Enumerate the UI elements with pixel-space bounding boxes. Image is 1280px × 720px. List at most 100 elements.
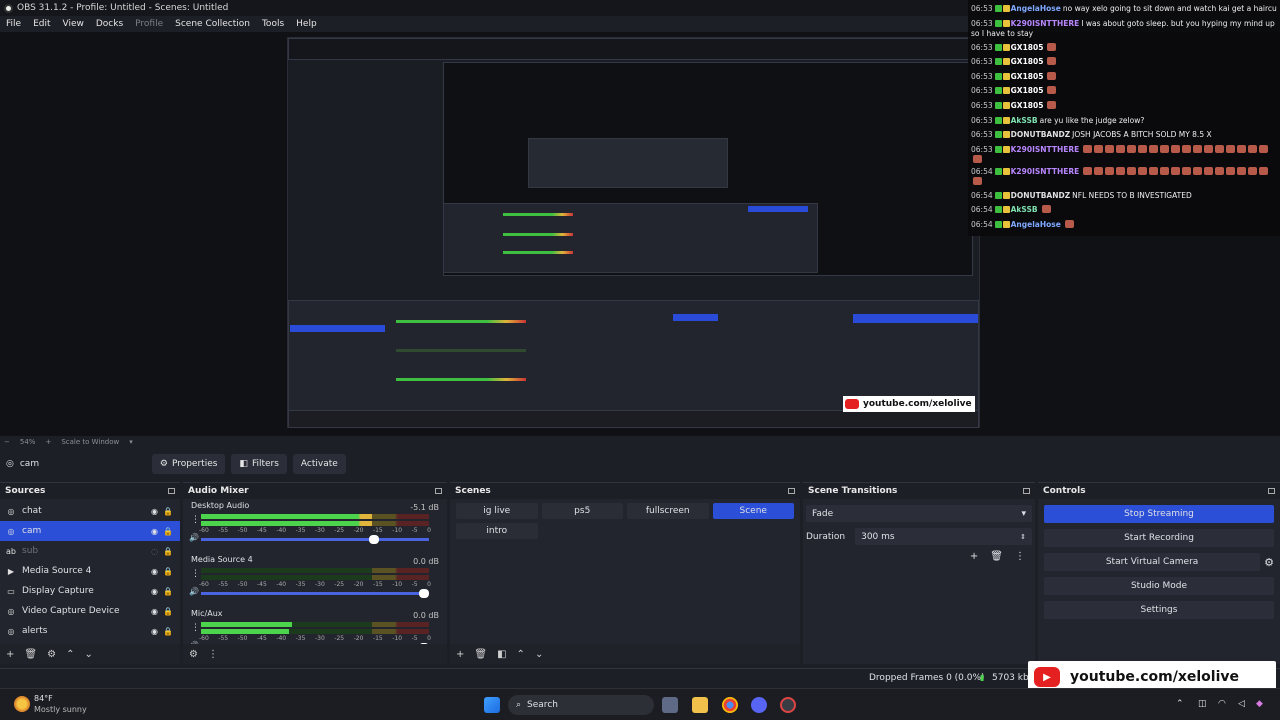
chat-timestamp: 06:54 [971, 166, 993, 176]
speaker-icon[interactable]: 🔊 [189, 587, 199, 596]
menu-profile[interactable]: Profile [135, 19, 163, 29]
source-item[interactable]: ◎ Video Capture Device ◉ 🔒 [0, 601, 180, 621]
volume-slider[interactable] [201, 535, 429, 544]
scene-item[interactable]: intro [456, 523, 538, 539]
source-item[interactable]: ◎ cam ◉ 🔒 [0, 521, 180, 541]
volume-slider-knob[interactable] [419, 589, 429, 598]
start-virtual-camera-button[interactable]: Start Virtual Camera [1044, 553, 1261, 571]
wifi-icon[interactable]: ◠ [1218, 699, 1226, 709]
weather-icon[interactable] [14, 696, 30, 712]
undock-icon[interactable] [788, 488, 795, 494]
move-down-button[interactable]: ⌄ [84, 649, 92, 660]
undock-icon[interactable] [435, 488, 442, 494]
speaker-icon[interactable]: 🔊 [189, 533, 199, 542]
source-item[interactable]: ▶ Media Source 4 ◉ 🔒 [0, 561, 180, 581]
lock-icon[interactable]: 🔒 [163, 507, 173, 516]
scene-item[interactable]: Scene [712, 503, 794, 519]
lock-icon[interactable]: 🔒 [163, 547, 173, 556]
tray-app-icon[interactable]: ◫ [1198, 699, 1207, 709]
menu-help[interactable]: Help [296, 19, 317, 29]
notification-icon[interactable]: ◆ [1256, 699, 1263, 709]
undock-icon[interactable] [1023, 488, 1030, 494]
source-type-icon: ◎ [7, 506, 15, 516]
menu-view[interactable]: View [63, 19, 84, 29]
lock-icon[interactable]: 🔒 [163, 567, 173, 576]
scene-filters-button[interactable]: ◧ [497, 649, 506, 660]
windows-start-icon[interactable] [484, 697, 500, 713]
source-item[interactable]: ab sub ◌ 🔒 [0, 541, 180, 561]
source-item[interactable]: ◎ chat ◉ 🔒 [0, 501, 180, 521]
mixer-settings-button[interactable]: ⚙ [189, 649, 198, 660]
scene-item[interactable]: ps5 [541, 503, 623, 519]
stop-streaming-button[interactable]: Stop Streaming [1044, 505, 1274, 523]
add-source-button[interactable]: + [6, 649, 14, 660]
start-recording-button[interactable]: Start Recording [1044, 529, 1274, 547]
eye-icon[interactable]: ◉ [151, 607, 158, 616]
discord-icon[interactable] [751, 697, 767, 713]
zoom-out-button[interactable]: − [4, 438, 10, 446]
scale-dropdown-icon[interactable]: ▾ [129, 438, 133, 446]
nested-inner-docks [443, 203, 818, 273]
eye-icon[interactable]: ◉ [151, 527, 158, 536]
lock-icon[interactable]: 🔒 [163, 607, 173, 616]
properties-button[interactable]: ⚙ Properties [151, 454, 226, 474]
channel-menu-icon[interactable]: ⋮ [191, 569, 200, 579]
obs-taskbar-icon[interactable] [780, 697, 796, 713]
channel-menu-icon[interactable]: ⋮ [191, 623, 200, 633]
eye-icon[interactable]: ◉ [151, 507, 158, 516]
scene-down-button[interactable]: ⌄ [535, 649, 543, 660]
volume-slider-knob[interactable] [368, 535, 379, 544]
eye-off-icon[interactable]: ◌ [151, 547, 158, 556]
volume-icon[interactable]: ◁ [1238, 699, 1245, 709]
chat-message: 06:53 GX1805 [971, 99, 1277, 114]
spin-icon[interactable]: ⇕ [1020, 533, 1026, 541]
activate-button[interactable]: Activate [292, 454, 346, 474]
scene-up-button[interactable]: ⌃ [517, 649, 525, 660]
eye-icon[interactable]: ◉ [151, 587, 158, 596]
transition-menu-button[interactable]: ⋮ [1015, 551, 1025, 562]
source-item[interactable]: ◎ alerts ◉ 🔒 [0, 621, 180, 641]
channel-menu-icon[interactable]: ⋮ [191, 515, 200, 525]
mixer-menu-button[interactable]: ⋮ [208, 649, 218, 660]
menu-docks[interactable]: Docks [96, 19, 123, 29]
filters-button[interactable]: ◧ Filters [231, 454, 287, 474]
volume-meter [201, 575, 429, 580]
eye-icon[interactable]: ◉ [151, 627, 158, 636]
transition-select[interactable]: Fade ▾ [806, 505, 1032, 522]
menu-scene-collection[interactable]: Scene Collection [175, 19, 250, 29]
settings-button[interactable]: Settings [1044, 601, 1274, 619]
remove-transition-button[interactable]: 🗑 [990, 551, 1003, 562]
task-view-icon[interactable] [662, 697, 678, 713]
tray-chevron-icon[interactable]: ⌃ [1176, 699, 1184, 709]
move-up-button[interactable]: ⌃ [66, 649, 74, 660]
menu-edit[interactable]: Edit [33, 19, 50, 29]
scale-tick: -10 [392, 635, 403, 642]
scene-item[interactable]: fullscreen [627, 503, 709, 519]
menu-file[interactable]: File [6, 19, 21, 29]
source-properties-button[interactable]: ⚙ [47, 649, 56, 660]
undock-icon[interactable] [1268, 488, 1275, 494]
remove-source-button[interactable]: 🗑 [24, 649, 37, 660]
undock-icon[interactable] [168, 488, 175, 494]
duration-input[interactable]: 300 ms ⇕ [855, 528, 1032, 545]
remove-scene-button[interactable]: 🗑 [474, 649, 487, 660]
lock-icon[interactable]: 🔒 [163, 587, 173, 596]
scene-item[interactable]: ig live [456, 503, 538, 519]
studio-mode-button[interactable]: Studio Mode [1044, 577, 1274, 595]
add-scene-button[interactable]: + [456, 649, 464, 660]
menu-tools[interactable]: Tools [262, 19, 284, 29]
lock-icon[interactable]: 🔒 [163, 527, 173, 536]
volume-slider[interactable] [201, 589, 429, 598]
lock-icon[interactable]: 🔒 [163, 627, 173, 636]
source-item[interactable]: ▭ Display Capture ◉ 🔒 [0, 581, 180, 601]
chrome-icon[interactable] [722, 697, 738, 713]
eye-icon[interactable]: ◉ [151, 567, 158, 576]
scale-tick: -40 [276, 581, 287, 588]
add-transition-button[interactable]: + [970, 551, 978, 562]
chat-timestamp: 06:53 [971, 100, 993, 110]
scale-mode[interactable]: Scale to Window [61, 438, 119, 446]
zoom-in-button[interactable]: + [45, 438, 51, 446]
file-explorer-icon[interactable] [692, 697, 708, 713]
virtual-camera-settings-icon[interactable]: ⚙ [1264, 556, 1274, 569]
taskbar-search[interactable]: ⌕ Search [508, 695, 654, 715]
